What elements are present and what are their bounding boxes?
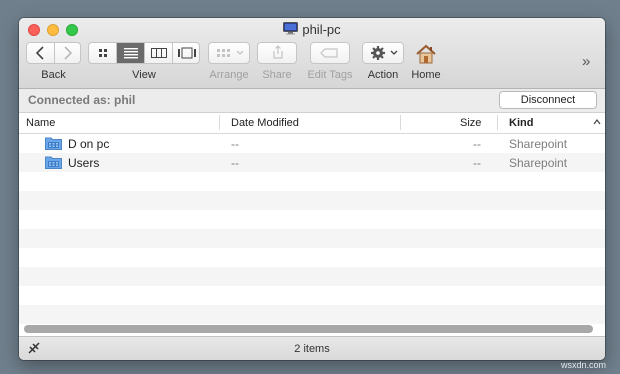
column-view-icon (151, 48, 167, 58)
action-button[interactable] (362, 42, 404, 64)
column-divider[interactable] (400, 115, 401, 130)
toolbar-overflow-button[interactable]: » (582, 53, 590, 70)
edit-tags-button[interactable] (310, 42, 350, 64)
row-kind: Sharepoint (509, 156, 568, 170)
column-view-button[interactable] (145, 43, 173, 63)
row-kind: Sharepoint (509, 137, 568, 151)
home-button[interactable] (415, 43, 437, 65)
empty-row (19, 210, 605, 229)
share-button[interactable] (257, 42, 297, 64)
status-bar: 2 items (19, 336, 605, 360)
list-view-icon (124, 48, 138, 59)
column-header-size[interactable]: Size (460, 117, 481, 129)
shared-folder-icon (45, 136, 62, 153)
icon-view-icon (99, 49, 107, 57)
computer-icon (283, 21, 299, 38)
column-header-row: Name Date Modified Size Kind (19, 113, 605, 134)
arrange-label: Arrange (209, 69, 249, 81)
empty-row (19, 248, 605, 267)
forward-button[interactable] (54, 43, 81, 63)
chevron-left-icon (35, 46, 44, 60)
action-label: Action (367, 69, 399, 81)
empty-row (19, 267, 605, 286)
back-forward-control (26, 42, 81, 64)
connection-bar: Connected as: phil Disconnect (19, 89, 605, 113)
edit-tags-label: Edit Tags (307, 69, 353, 81)
column-header-kind[interactable]: Kind (509, 117, 533, 129)
column-divider[interactable] (219, 115, 220, 130)
item-count: 2 items (294, 343, 330, 355)
row-name: Users (68, 156, 100, 170)
cover-flow-icon (178, 47, 196, 59)
empty-row (19, 191, 605, 210)
file-list: D on pc -- -- Sharepoint Users -- -- Sha… (19, 134, 605, 324)
share-icon (273, 45, 283, 59)
row-date-modified: -- (231, 156, 239, 170)
row-size: -- (473, 156, 481, 170)
horizontal-scrollbar[interactable] (24, 325, 593, 333)
row-date-modified: -- (231, 137, 239, 151)
table-row[interactable]: D on pc -- -- Sharepoint (19, 134, 605, 153)
empty-row (19, 305, 605, 324)
empty-row (19, 229, 605, 248)
sort-ascending-icon (593, 119, 601, 125)
view-mode-control (88, 42, 200, 64)
disconnect-button[interactable]: Disconnect (499, 91, 597, 109)
column-divider[interactable] (497, 115, 498, 130)
list-view-button[interactable] (117, 43, 145, 63)
chevron-right-icon (64, 46, 73, 60)
back-label: Back (41, 69, 66, 81)
icon-view-button[interactable] (89, 43, 117, 63)
watermark-text: wsxdn.com (561, 360, 607, 370)
row-name: D on pc (68, 137, 110, 151)
arrange-button[interactable] (208, 42, 250, 64)
tag-icon (320, 48, 338, 58)
back-button[interactable] (27, 43, 55, 63)
connected-as-text: Connected as: phil (28, 93, 136, 107)
shared-folder-icon (45, 155, 62, 172)
row-size: -- (473, 137, 481, 151)
column-header-date-modified[interactable]: Date Modified (231, 117, 299, 129)
share-label: Share (262, 69, 292, 81)
finder-window: phil-pc Back View Arrange Share Edit Tag… (19, 18, 605, 360)
titlebar: phil-pc Back View Arrange Share Edit Tag… (19, 18, 605, 89)
gear-icon (371, 46, 398, 60)
empty-row (19, 172, 605, 191)
window-title: phil-pc (19, 21, 605, 38)
empty-row (19, 286, 605, 305)
window-title-text: phil-pc (302, 22, 341, 38)
home-icon (416, 44, 436, 64)
cover-flow-button[interactable] (173, 43, 201, 63)
home-label: Home (411, 69, 441, 81)
table-row[interactable]: Users -- -- Sharepoint (19, 153, 605, 172)
arrange-grid-icon (217, 49, 244, 57)
view-label: View (132, 69, 156, 81)
column-header-name[interactable]: Name (26, 117, 55, 129)
